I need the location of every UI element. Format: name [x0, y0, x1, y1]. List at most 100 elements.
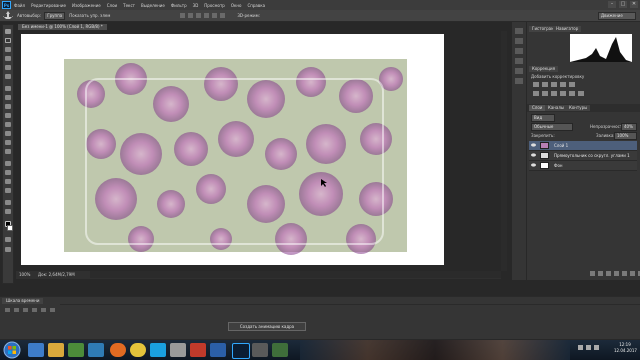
properties-icon[interactable]	[515, 38, 523, 44]
menu-3d[interactable]: 3D	[193, 3, 199, 8]
tab-navigator[interactable]: Навигатор	[553, 26, 582, 32]
clone-source-icon[interactable]	[515, 78, 523, 84]
zoom-level[interactable]: 100%	[19, 272, 30, 278]
exposure-icon[interactable]	[560, 82, 566, 87]
menu-window[interactable]: Окно	[231, 3, 242, 8]
eyedropper-icon[interactable]	[5, 74, 11, 79]
horizontal-scrollbar[interactable]	[90, 271, 501, 278]
timeline-tab[interactable]: Шкала времени	[2, 298, 44, 304]
start-button-icon[interactable]	[3, 341, 21, 359]
app-icon[interactable]	[88, 343, 104, 357]
tab-channels[interactable]: Каналы	[545, 105, 568, 111]
pen-icon[interactable]	[5, 161, 11, 166]
brush-icon[interactable]	[5, 95, 11, 100]
volume-icon[interactable]	[586, 345, 591, 350]
align-top-icon[interactable]	[180, 13, 186, 18]
healing-brush-icon[interactable]	[5, 86, 11, 91]
quick-mask-icon[interactable]	[5, 237, 11, 242]
chrome-icon[interactable]	[130, 343, 146, 357]
fill-field[interactable]: 100%	[614, 132, 637, 140]
photoshop-taskbar-icon[interactable]	[232, 343, 250, 359]
first-frame-icon[interactable]	[5, 308, 10, 312]
vertical-scrollbar[interactable]	[501, 31, 507, 271]
menu-file[interactable]: Файл	[14, 3, 25, 8]
move-tool-icon[interactable]	[3, 11, 13, 20]
menu-view[interactable]: Просмотр	[204, 3, 225, 8]
menu-image[interactable]: Изображение	[72, 3, 101, 8]
background-color[interactable]	[7, 225, 13, 231]
show-transform-checkbox[interactable]: Показать упр. элем	[69, 13, 110, 18]
language-icon[interactable]	[594, 345, 599, 350]
type-icon[interactable]	[5, 170, 11, 175]
align-right-icon[interactable]	[220, 13, 226, 18]
history-brush-icon[interactable]	[5, 113, 11, 118]
align-center-icon[interactable]	[212, 13, 218, 18]
path-select-icon[interactable]	[5, 179, 11, 184]
brush-panel-icon[interactable]	[515, 68, 523, 74]
layer-filter-kind[interactable]: Вид	[531, 114, 555, 122]
new-layer-icon[interactable]	[630, 271, 635, 276]
layer-row[interactable]: Прямоугольник со скругл. углами 1	[529, 151, 637, 161]
brightness-icon[interactable]	[533, 82, 539, 87]
link-icon[interactable]	[590, 271, 595, 276]
move-tool-icon[interactable]	[5, 29, 11, 34]
zoom-icon[interactable]	[5, 209, 11, 214]
paragraph-icon[interactable]	[515, 58, 523, 64]
menu-filter[interactable]: Фильтр	[171, 3, 187, 8]
clone-stamp-icon[interactable]	[5, 104, 11, 109]
tab-adjustments[interactable]: Коррекция	[529, 66, 558, 72]
app3-icon[interactable]	[190, 343, 206, 357]
vibrance-icon[interactable]	[569, 82, 575, 87]
autoselect-select[interactable]: Группа	[44, 11, 66, 20]
menu-layers[interactable]: Слои	[107, 3, 117, 8]
firefox-icon[interactable]	[110, 343, 126, 357]
visibility-eye-icon[interactable]	[531, 153, 536, 157]
mask-icon[interactable]	[606, 271, 611, 276]
menu-help[interactable]: Справка	[247, 3, 265, 8]
minimize-button[interactable]: –	[608, 1, 616, 8]
levels-icon[interactable]	[542, 82, 548, 87]
canvas[interactable]	[21, 34, 444, 265]
history-icon[interactable]	[515, 28, 523, 34]
explorer-icon[interactable]	[48, 343, 64, 357]
next-frame-icon[interactable]	[32, 308, 37, 312]
character-icon[interactable]	[515, 48, 523, 54]
network-icon[interactable]	[578, 345, 583, 350]
color-lookup-icon[interactable]	[578, 91, 584, 96]
screen-mode-icon[interactable]	[5, 247, 11, 252]
settings-icon[interactable]	[50, 308, 55, 312]
skype-icon[interactable]	[150, 343, 166, 357]
create-frame-animation-button[interactable]: Создать анимацию кадра	[228, 322, 306, 331]
opacity-field[interactable]: 40%	[621, 123, 637, 131]
layer-row[interactable]: Фон	[529, 161, 637, 171]
blur-icon[interactable]	[5, 140, 11, 145]
align-middle-icon[interactable]	[188, 13, 194, 18]
gradient-icon[interactable]	[5, 131, 11, 136]
folder-icon[interactable]	[622, 271, 627, 276]
hand-icon[interactable]	[5, 200, 11, 205]
hue-saturation-icon[interactable]	[533, 91, 539, 96]
maximize-button[interactable]: □	[619, 1, 627, 8]
quick-select-icon[interactable]	[5, 56, 11, 61]
menu-type[interactable]: Текст	[123, 3, 135, 8]
app5-icon[interactable]	[272, 343, 288, 357]
lasso-tool-icon[interactable]	[5, 47, 11, 52]
marquee-tool-icon[interactable]	[5, 38, 11, 43]
blend-mode-select[interactable]: Обычные	[531, 123, 573, 131]
word-icon[interactable]	[210, 343, 226, 357]
play-icon[interactable]	[23, 308, 28, 312]
layer-row[interactable]: Слой 1	[529, 141, 637, 151]
crop-icon[interactable]	[5, 65, 11, 70]
channel-mixer-icon[interactable]	[569, 91, 575, 96]
ie-icon[interactable]	[28, 343, 44, 357]
media-icon[interactable]	[68, 343, 84, 357]
visibility-eye-icon[interactable]	[531, 143, 536, 147]
tab-layers[interactable]: Слои	[529, 105, 546, 111]
adjustment-layer-icon[interactable]	[614, 271, 619, 276]
document-tab[interactable]: Без имени-1 @ 100% (Слой 1, RGB/8) *	[18, 24, 107, 30]
photo-filter-icon[interactable]	[560, 91, 566, 96]
black-white-icon[interactable]	[551, 91, 557, 96]
menu-select[interactable]: Выделение	[141, 3, 165, 8]
visibility-eye-icon[interactable]	[531, 163, 536, 167]
eraser-icon[interactable]	[5, 122, 11, 127]
